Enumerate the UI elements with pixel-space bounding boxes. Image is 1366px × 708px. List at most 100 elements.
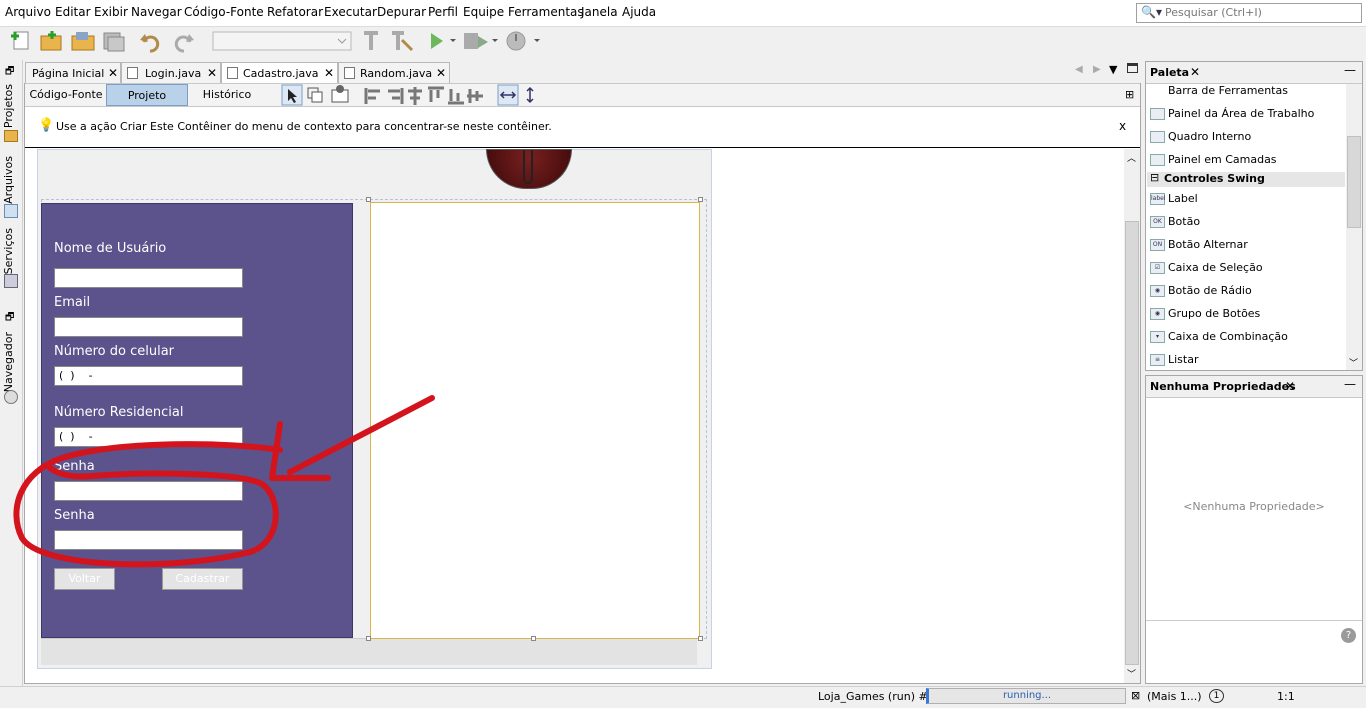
resize-handle[interactable]: [531, 636, 536, 641]
preview-design-icon[interactable]: [331, 85, 349, 103]
undo-icon[interactable]: [140, 34, 160, 53]
menu-refatorar[interactable]: Refatorar: [267, 5, 323, 19]
connection-mode-icon[interactable]: [307, 87, 323, 103]
align-left-icon[interactable]: [364, 88, 380, 104]
palette-item[interactable]: ☑ Caixa de Seleção: [1150, 261, 1263, 274]
palette-item[interactable]: Barra de Ferramentas: [1150, 84, 1288, 97]
radio-button-icon: ◉: [1150, 285, 1165, 297]
palette-item[interactable]: ▾ Caixa de Combinação: [1150, 330, 1288, 343]
scrollbar-thumb[interactable]: [1347, 136, 1361, 228]
scroll-up-icon[interactable]: ︿: [1127, 151, 1136, 164]
menu-exibir[interactable]: Exibir: [94, 5, 128, 19]
menu-editar[interactable]: Editar: [55, 5, 91, 19]
palette-item-label: Botão de Rádio: [1168, 284, 1252, 297]
menu-ajuda[interactable]: Ajuda: [622, 5, 656, 19]
close-icon[interactable]: ✕: [1285, 379, 1295, 393]
menu-codigo-fonte[interactable]: Código-Fonte: [184, 5, 264, 19]
close-icon[interactable]: ✕: [436, 66, 446, 80]
menu-ferramentas[interactable]: Ferramentas: [508, 5, 584, 19]
selection-mode-icon[interactable]: [281, 84, 303, 106]
scroll-down-icon[interactable]: ﹀: [1349, 356, 1358, 369]
resize-handle[interactable]: [698, 636, 703, 641]
close-icon[interactable]: ✕: [108, 66, 118, 80]
palette-item[interactable]: Quadro Interno: [1150, 130, 1251, 143]
menu-depurar[interactable]: Depurar: [377, 5, 426, 19]
open-project-icon[interactable]: [71, 32, 95, 51]
menu-navegar[interactable]: Navegar: [131, 5, 182, 19]
minimize-icon[interactable]: —: [1344, 377, 1356, 391]
tab-projeto[interactable]: Projeto: [106, 84, 188, 106]
debug-icon[interactable]: [464, 33, 498, 49]
close-icon[interactable]: ✕: [207, 66, 217, 80]
username-field[interactable]: [54, 268, 243, 288]
scroll-down-icon[interactable]: ﹀: [1127, 667, 1136, 680]
tab-codigo-fonte[interactable]: Código-Fonte: [26, 84, 106, 106]
scroll-tabs-right-icon[interactable]: ▶: [1093, 64, 1101, 75]
configuration-combo[interactable]: [212, 31, 352, 51]
restore-icon[interactable]: 🗗: [5, 64, 14, 81]
more-tasks-link[interactable]: (Mais 1...): [1147, 690, 1202, 703]
palette-item[interactable]: ≡ Listar: [1150, 353, 1199, 366]
resize-handle[interactable]: [366, 197, 371, 202]
notifications-icon[interactable]: 1: [1209, 689, 1224, 703]
restore-icon[interactable]: 🗗: [5, 310, 14, 327]
tab-pagina-inicial[interactable]: Página Inicial ✕: [25, 62, 121, 83]
save-all-icon[interactable]: [103, 32, 125, 52]
minimize-icon[interactable]: —: [1344, 63, 1356, 77]
resize-handle[interactable]: [698, 197, 703, 202]
divider: [1146, 620, 1362, 621]
new-project-icon[interactable]: [40, 31, 62, 51]
resize-area: [41, 638, 697, 665]
align-right-icon[interactable]: [388, 88, 404, 104]
align-bottom-icon[interactable]: [448, 89, 464, 105]
output-icon[interactable]: ⊠: [1131, 689, 1140, 702]
scrollbar-thumb[interactable]: [1125, 221, 1139, 665]
menu-perfil[interactable]: Perfil: [428, 5, 458, 19]
profile-icon[interactable]: [506, 31, 540, 51]
horizontal-resize-icon[interactable]: [497, 84, 519, 106]
align-top-icon[interactable]: [428, 86, 444, 102]
palette-item[interactable]: ON Botão Alternar: [1150, 238, 1248, 251]
redo-icon[interactable]: [174, 34, 194, 53]
designer-expand-icon[interactable]: ⊞: [1125, 88, 1134, 101]
tab-random-java[interactable]: Random.java ✕: [338, 62, 450, 83]
palette-item[interactable]: OK Botão: [1150, 215, 1200, 228]
checkbox-icon: ☑: [1150, 262, 1165, 274]
search-input[interactable]: 🔍▾ Pesquisar (Ctrl+I): [1136, 3, 1362, 23]
menu-executar[interactable]: Executar: [324, 5, 377, 19]
menu-janela[interactable]: Janela: [581, 5, 618, 19]
tab-historico[interactable]: Histórico: [190, 84, 264, 106]
palette-item[interactable]: Painel em Camadas: [1150, 153, 1277, 166]
side-tab-arquivos[interactable]: Arquivos: [2, 156, 15, 204]
run-icon[interactable]: [431, 33, 456, 49]
side-tab-servicos[interactable]: Serviços: [2, 228, 15, 274]
palette-item[interactable]: ◉ Grupo de Botões: [1150, 307, 1260, 320]
vertical-resize-icon[interactable]: [526, 86, 534, 104]
side-tab-projetos[interactable]: Projetos: [2, 84, 15, 128]
tab-login-java[interactable]: Login.java ✕: [121, 62, 221, 83]
clean-build-icon[interactable]: [392, 31, 414, 52]
hint-close-button[interactable]: x: [1119, 119, 1126, 133]
scroll-tabs-left-icon[interactable]: ◀: [1075, 64, 1083, 75]
palette-item[interactable]: Painel da Área de Trabalho: [1150, 107, 1314, 120]
menu-equipe[interactable]: Equipe: [463, 5, 504, 19]
email-field[interactable]: [54, 317, 243, 337]
center-vertical-icon[interactable]: [467, 89, 483, 103]
close-icon[interactable]: ✕: [1190, 65, 1200, 79]
maximize-icon[interactable]: [1127, 63, 1138, 73]
vertical-scrollbar[interactable]: ︿ ﹀: [1124, 149, 1140, 683]
center-horizontal-icon[interactable]: [408, 87, 422, 105]
menu-arquivo[interactable]: Arquivo: [5, 5, 51, 19]
progress-bar[interactable]: running...: [926, 688, 1126, 704]
palette-scrollbar[interactable]: ﹀: [1346, 84, 1362, 370]
tab-cadastro-java[interactable]: Cadastro.java ✕: [221, 62, 338, 83]
tab-list-icon[interactable]: ▼: [1109, 63, 1117, 76]
resize-handle[interactable]: [366, 636, 371, 641]
palette-item[interactable]: label Label: [1150, 192, 1198, 205]
help-icon[interactable]: ?: [1341, 628, 1356, 643]
palette-item[interactable]: ◉ Botão de Rádio: [1150, 284, 1252, 297]
new-file-icon[interactable]: [11, 31, 29, 50]
palette-section-header[interactable]: ⊟ Controles Swing: [1147, 171, 1345, 187]
close-icon[interactable]: ✕: [324, 66, 334, 80]
build-icon[interactable]: [364, 31, 378, 50]
